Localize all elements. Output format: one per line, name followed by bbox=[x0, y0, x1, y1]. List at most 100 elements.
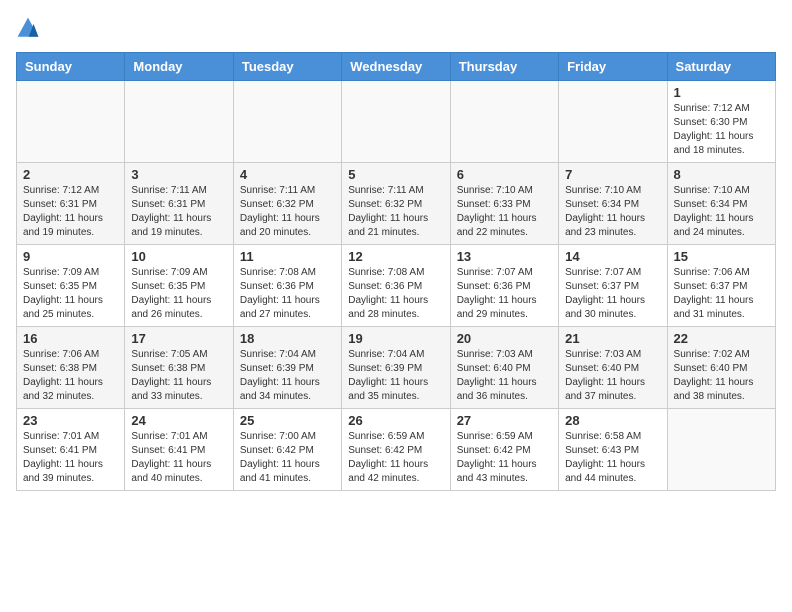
column-header-tuesday: Tuesday bbox=[233, 53, 341, 81]
day-info: Sunrise: 7:02 AM Sunset: 6:40 PM Dayligh… bbox=[674, 348, 769, 404]
calendar-cell: 16 Sunrise: 7:06 AM Sunset: 6:38 PM Dayli… bbox=[17, 327, 125, 409]
day-info: Sunrise: 7:09 AM Sunset: 6:35 PM Dayligh… bbox=[23, 266, 118, 322]
calendar-cell: 15 Sunrise: 7:06 AM Sunset: 6:37 PM Dayli… bbox=[667, 245, 775, 327]
day-number: 3 bbox=[131, 167, 226, 182]
day-number: 6 bbox=[457, 167, 552, 182]
calendar-cell: 2 Sunrise: 7:12 AM Sunset: 6:31 PM Daylig… bbox=[17, 163, 125, 245]
calendar-cell bbox=[125, 81, 233, 163]
header bbox=[16, 16, 776, 40]
column-header-thursday: Thursday bbox=[450, 53, 558, 81]
day-info: Sunrise: 7:05 AM Sunset: 6:38 PM Dayligh… bbox=[131, 348, 226, 404]
day-number: 11 bbox=[240, 249, 335, 264]
day-number: 26 bbox=[348, 413, 443, 428]
calendar-cell: 10 Sunrise: 7:09 AM Sunset: 6:35 PM Dayli… bbox=[125, 245, 233, 327]
day-info: Sunrise: 7:10 AM Sunset: 6:33 PM Dayligh… bbox=[457, 184, 552, 240]
calendar-cell: 24 Sunrise: 7:01 AM Sunset: 6:41 PM Dayli… bbox=[125, 409, 233, 491]
day-number: 15 bbox=[674, 249, 769, 264]
calendar-week-4: 16 Sunrise: 7:06 AM Sunset: 6:38 PM Dayli… bbox=[17, 327, 776, 409]
calendar-cell: 18 Sunrise: 7:04 AM Sunset: 6:39 PM Dayli… bbox=[233, 327, 341, 409]
calendar-week-2: 2 Sunrise: 7:12 AM Sunset: 6:31 PM Daylig… bbox=[17, 163, 776, 245]
day-number: 27 bbox=[457, 413, 552, 428]
calendar-cell: 23 Sunrise: 7:01 AM Sunset: 6:41 PM Dayli… bbox=[17, 409, 125, 491]
calendar-cell: 8Sunrise: 7:10 AM Sunset: 6:34 PM Daylig… bbox=[667, 163, 775, 245]
calendar-cell bbox=[233, 81, 341, 163]
day-number: 4 bbox=[240, 167, 335, 182]
column-header-sunday: Sunday bbox=[17, 53, 125, 81]
calendar-cell: 22 Sunrise: 7:02 AM Sunset: 6:40 PM Dayli… bbox=[667, 327, 775, 409]
day-info: Sunrise: 7:06 AM Sunset: 6:37 PM Dayligh… bbox=[674, 266, 769, 322]
column-header-wednesday: Wednesday bbox=[342, 53, 450, 81]
calendar-cell: 28 Sunrise: 6:58 AM Sunset: 6:43 PM Dayli… bbox=[559, 409, 667, 491]
column-header-saturday: Saturday bbox=[667, 53, 775, 81]
logo-icon bbox=[16, 16, 40, 40]
column-header-friday: Friday bbox=[559, 53, 667, 81]
day-number: 9 bbox=[23, 249, 118, 264]
day-number: 22 bbox=[674, 331, 769, 346]
calendar-week-1: 1 Sunrise: 7:12 AM Sunset: 6:30 PM Daylig… bbox=[17, 81, 776, 163]
calendar-cell: 17 Sunrise: 7:05 AM Sunset: 6:38 PM Dayli… bbox=[125, 327, 233, 409]
logo bbox=[16, 16, 44, 40]
calendar-cell: 20 Sunrise: 7:03 AM Sunset: 6:40 PM Dayli… bbox=[450, 327, 558, 409]
day-number: 1 bbox=[674, 85, 769, 100]
day-info: Sunrise: 7:12 AM Sunset: 6:30 PM Dayligh… bbox=[674, 102, 769, 158]
calendar-cell: 1 Sunrise: 7:12 AM Sunset: 6:30 PM Daylig… bbox=[667, 81, 775, 163]
calendar-cell: 4 Sunrise: 7:11 AM Sunset: 6:32 PM Daylig… bbox=[233, 163, 341, 245]
day-info: Sunrise: 6:58 AM Sunset: 6:43 PM Dayligh… bbox=[565, 430, 660, 486]
day-number: 16 bbox=[23, 331, 118, 346]
calendar-cell: 12 Sunrise: 7:08 AM Sunset: 6:36 PM Dayli… bbox=[342, 245, 450, 327]
day-info: Sunrise: 7:09 AM Sunset: 6:35 PM Dayligh… bbox=[131, 266, 226, 322]
day-number: 2 bbox=[23, 167, 118, 182]
calendar-cell: 5 Sunrise: 7:11 AM Sunset: 6:32 PM Daylig… bbox=[342, 163, 450, 245]
day-info: Sunrise: 7:01 AM Sunset: 6:41 PM Dayligh… bbox=[23, 430, 118, 486]
day-info: Sunrise: 7:01 AM Sunset: 6:41 PM Dayligh… bbox=[131, 430, 226, 486]
day-number: 12 bbox=[348, 249, 443, 264]
day-number: 17 bbox=[131, 331, 226, 346]
day-info: Sunrise: 7:12 AM Sunset: 6:31 PM Dayligh… bbox=[23, 184, 118, 240]
calendar-week-3: 9 Sunrise: 7:09 AM Sunset: 6:35 PM Daylig… bbox=[17, 245, 776, 327]
day-info: Sunrise: 7:07 AM Sunset: 6:36 PM Dayligh… bbox=[457, 266, 552, 322]
calendar-cell: 14 Sunrise: 7:07 AM Sunset: 6:37 PM Dayli… bbox=[559, 245, 667, 327]
day-number: 7 bbox=[565, 167, 660, 182]
calendar-cell: 11 Sunrise: 7:08 AM Sunset: 6:36 PM Dayli… bbox=[233, 245, 341, 327]
calendar-cell: 27 Sunrise: 6:59 AM Sunset: 6:42 PM Dayli… bbox=[450, 409, 558, 491]
day-info: Sunrise: 7:03 AM Sunset: 6:40 PM Dayligh… bbox=[565, 348, 660, 404]
calendar-cell: 7 Sunrise: 7:10 AM Sunset: 6:34 PM Daylig… bbox=[559, 163, 667, 245]
column-header-monday: Monday bbox=[125, 53, 233, 81]
calendar-cell: 26 Sunrise: 6:59 AM Sunset: 6:42 PM Dayli… bbox=[342, 409, 450, 491]
calendar-cell: 6 Sunrise: 7:10 AM Sunset: 6:33 PM Daylig… bbox=[450, 163, 558, 245]
day-info: Sunrise: 6:59 AM Sunset: 6:42 PM Dayligh… bbox=[457, 430, 552, 486]
day-info: Sunrise: 7:03 AM Sunset: 6:40 PM Dayligh… bbox=[457, 348, 552, 404]
day-info: Sunrise: 7:06 AM Sunset: 6:38 PM Dayligh… bbox=[23, 348, 118, 404]
day-info: Sunrise: 7:00 AM Sunset: 6:42 PM Dayligh… bbox=[240, 430, 335, 486]
day-number: 23 bbox=[23, 413, 118, 428]
day-info: Sunrise: 7:11 AM Sunset: 6:32 PM Dayligh… bbox=[348, 184, 443, 240]
day-info: Sunrise: 7:07 AM Sunset: 6:37 PM Dayligh… bbox=[565, 266, 660, 322]
day-info: Sunrise: 7:11 AM Sunset: 6:32 PM Dayligh… bbox=[240, 184, 335, 240]
day-info: Sunrise: 7:10 AM Sunset: 6:34 PM Dayligh… bbox=[565, 184, 660, 240]
calendar-cell bbox=[559, 81, 667, 163]
day-number: 14 bbox=[565, 249, 660, 264]
day-info: Sunrise: 7:08 AM Sunset: 6:36 PM Dayligh… bbox=[240, 266, 335, 322]
calendar-cell bbox=[17, 81, 125, 163]
day-info: Sunrise: 7:04 AM Sunset: 6:39 PM Dayligh… bbox=[348, 348, 443, 404]
day-info: Sunrise: 7:04 AM Sunset: 6:39 PM Dayligh… bbox=[240, 348, 335, 404]
day-number: 25 bbox=[240, 413, 335, 428]
day-number: 5 bbox=[348, 167, 443, 182]
day-number: 19 bbox=[348, 331, 443, 346]
calendar-cell: 21Sunrise: 7:03 AM Sunset: 6:40 PM Dayli… bbox=[559, 327, 667, 409]
calendar-cell: 25 Sunrise: 7:00 AM Sunset: 6:42 PM Dayli… bbox=[233, 409, 341, 491]
day-number: 28 bbox=[565, 413, 660, 428]
calendar-cell bbox=[667, 409, 775, 491]
day-info: Sunrise: 7:11 AM Sunset: 6:31 PM Dayligh… bbox=[131, 184, 226, 240]
day-number: 13 bbox=[457, 249, 552, 264]
calendar-header-row: SundayMondayTuesdayWednesdayThursdayFrid… bbox=[17, 53, 776, 81]
day-info: Sunrise: 6:59 AM Sunset: 6:42 PM Dayligh… bbox=[348, 430, 443, 486]
day-number: 24 bbox=[131, 413, 226, 428]
day-number: 10 bbox=[131, 249, 226, 264]
calendar-cell bbox=[342, 81, 450, 163]
day-number: 18 bbox=[240, 331, 335, 346]
day-number: 20 bbox=[457, 331, 552, 346]
calendar-cell: 3 Sunrise: 7:11 AM Sunset: 6:31 PM Daylig… bbox=[125, 163, 233, 245]
calendar: SundayMondayTuesdayWednesdayThursdayFrid… bbox=[16, 52, 776, 491]
day-info: Sunrise: 7:08 AM Sunset: 6:36 PM Dayligh… bbox=[348, 266, 443, 322]
